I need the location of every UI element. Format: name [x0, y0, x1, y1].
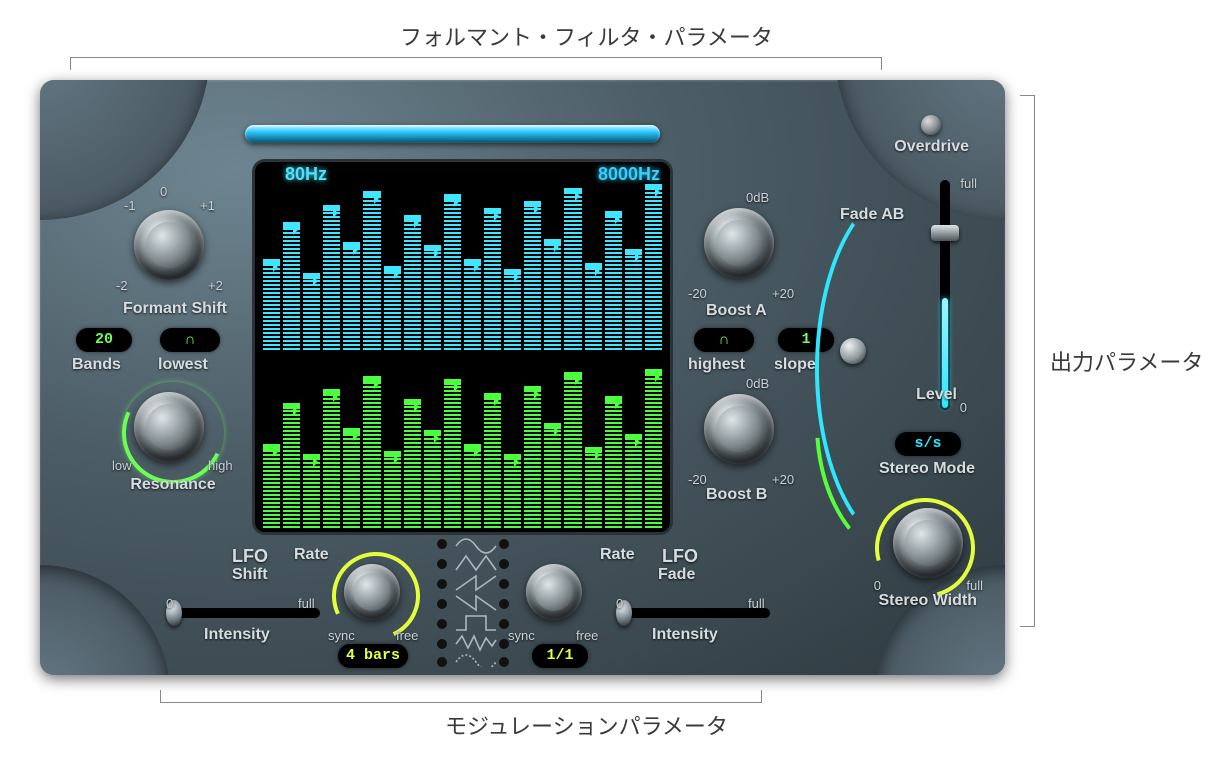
- panel-decor-tr: [835, 80, 1005, 220]
- panel-decor-br: [875, 565, 1005, 675]
- slope-label: slope: [774, 356, 816, 374]
- stereo-mode-value[interactable]: s/s: [895, 432, 961, 456]
- formant-tick-p2: +2: [208, 278, 223, 293]
- stereo-mode-label: Stereo Mode: [879, 460, 975, 478]
- display-bands-b: [259, 358, 666, 528]
- lfo-waveform-selector[interactable]: [432, 532, 512, 667]
- lfo-fade-rate-value[interactable]: 1/1: [532, 644, 588, 668]
- boost-b-label: Boost B: [706, 486, 767, 504]
- formant-tick-n1: -1: [124, 198, 136, 213]
- annotation-formant: フォルマント・フィルタ・パラメータ: [400, 20, 773, 52]
- highest-bandshape-icon[interactable]: ∩: [694, 328, 754, 352]
- overdrive-button[interactable]: [921, 115, 941, 135]
- lfo-fade-title-lfo: LFO: [662, 546, 698, 567]
- lfo-shift-intensity-thumb[interactable]: [166, 600, 182, 626]
- bands-label: Bands: [72, 356, 121, 374]
- boost-a-0db: 0dB: [746, 190, 769, 205]
- panel-decor-bl: [40, 565, 170, 675]
- stereo-width-knob[interactable]: [893, 508, 963, 578]
- boost-b-knob[interactable]: [704, 394, 774, 464]
- formant-shift-knob[interactable]: [134, 210, 204, 280]
- level-label: Level: [916, 386, 957, 404]
- lfo-shift-rate-knob[interactable]: [344, 564, 400, 620]
- annotation-output: 出力パラメータ: [1050, 345, 1203, 377]
- plugin-panel: 80Hz 8000Hz -1 0 +1 -2 +2 Formant Shift …: [40, 80, 1005, 675]
- level-slider[interactable]: [940, 180, 950, 410]
- lfo-fade-intensity-slider[interactable]: [620, 608, 770, 618]
- formant-tick-0: 0: [160, 184, 167, 199]
- bands-value[interactable]: 20: [76, 328, 132, 352]
- lowest-label: lowest: [158, 356, 208, 374]
- boost-b-0db: 0dB: [746, 376, 769, 391]
- boost-b-n20: -20: [688, 472, 707, 487]
- annotation-modulation: モジュレーションパラメータ: [445, 709, 728, 741]
- lfo-fade-sync: sync: [508, 628, 535, 643]
- lfo-shift-free: free: [396, 628, 418, 643]
- lfo-fade-intensity-label: Intensity: [652, 626, 718, 644]
- lfo-fade-intensity-thumb[interactable]: [616, 600, 632, 626]
- panel-decor-tl: [40, 80, 210, 220]
- level-zero: 0: [960, 400, 967, 415]
- lfo-fade-rate-label: Rate: [600, 546, 635, 564]
- display-bands-a: [259, 180, 666, 350]
- boost-b-p20: +20: [772, 472, 794, 487]
- lfo-shift-sync: sync: [328, 628, 355, 643]
- bracket-right: [1020, 95, 1035, 627]
- lfo-shift-intensity-label: Intensity: [204, 626, 270, 644]
- formant-tick-n2: -2: [116, 278, 128, 293]
- lfo-shift-title-lfo: LFO: [232, 546, 268, 567]
- fade-ab-label: Fade AB: [840, 206, 904, 224]
- level-thumb[interactable]: [931, 225, 959, 241]
- boost-a-knob[interactable]: [704, 208, 774, 278]
- boost-a-p20: +20: [772, 286, 794, 301]
- stereo-width-0: 0: [874, 578, 881, 593]
- lfo-fade-rate-knob[interactable]: [526, 564, 582, 620]
- lfo-fade-title-sub: Fade: [658, 566, 695, 584]
- lfo-shift-rate-label: Rate: [294, 546, 329, 564]
- resonance-low: low: [112, 458, 132, 473]
- formant-tick-p1: +1: [200, 198, 215, 213]
- boost-a-n20: -20: [688, 286, 707, 301]
- resonance-label: Resonance: [118, 476, 228, 494]
- slope-value[interactable]: 1: [778, 328, 834, 352]
- lfo-shift-title-sub: Shift: [232, 566, 268, 584]
- level-fill: [942, 298, 948, 408]
- lfo-shift-rate-value[interactable]: 4 bars: [338, 644, 408, 668]
- resonance-high: high: [208, 458, 233, 473]
- lfo-shift-intensity-slider[interactable]: [170, 608, 320, 618]
- fade-ab-handle[interactable]: [840, 338, 866, 364]
- top-tube-indicator: [245, 125, 660, 143]
- resonance-knob[interactable]: [134, 392, 204, 462]
- boost-a-label: Boost A: [706, 302, 767, 320]
- bracket-top: [70, 57, 882, 70]
- fade-ab-arc-blue: [815, 185, 1003, 553]
- lfo-fade-free: free: [576, 628, 598, 643]
- bracket-bottom: [160, 690, 762, 703]
- lowest-bandshape-icon[interactable]: ∩: [160, 328, 220, 352]
- highest-label: highest: [688, 356, 745, 374]
- formant-shift-label: Formant Shift: [110, 300, 240, 318]
- band-display: 80Hz 8000Hz: [255, 162, 670, 532]
